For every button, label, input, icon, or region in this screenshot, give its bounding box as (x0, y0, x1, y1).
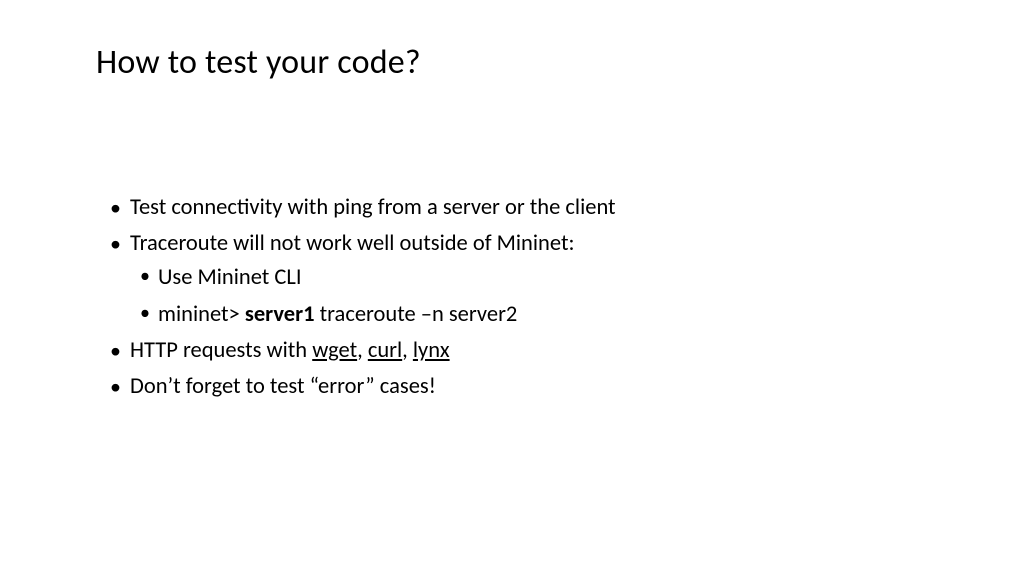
separator: , (357, 337, 368, 364)
bullet-list: Test connectivity with ping from a serve… (96, 191, 928, 404)
underline-text: curl (368, 337, 402, 364)
sub-list: Use Mininet CLI mininet> server1 tracero… (130, 261, 928, 331)
bullet-text: Test connectivity with ping from a serve… (130, 194, 616, 221)
underline-text: lynx (413, 337, 450, 364)
list-item: mininet> server1 traceroute –n server2 (148, 298, 928, 332)
bullet-text-post: traceroute –n server2 (315, 301, 518, 328)
bullet-text-pre: HTTP requests with (130, 337, 312, 364)
list-item: Use Mininet CLI (148, 261, 928, 295)
bullet-text: Don’t forget to test “error” cases! (130, 373, 436, 400)
list-item: Traceroute will not work well outside of… (122, 227, 928, 332)
bullet-text-bold: server1 (245, 301, 315, 328)
bullet-text: Traceroute will not work well outside of… (130, 230, 575, 257)
bullet-text: Use Mininet CLI (158, 264, 302, 291)
slide: How to test your code? Test connectivity… (0, 0, 1024, 404)
list-item: HTTP requests with wget, curl, lynx (122, 334, 928, 368)
bullet-text-pre: mininet> (158, 301, 245, 328)
separator: , (402, 337, 413, 364)
slide-title: How to test your code? (96, 42, 928, 83)
list-item: Test connectivity with ping from a serve… (122, 191, 928, 225)
underline-text: wget (312, 337, 357, 364)
list-item: Don’t forget to test “error” cases! (122, 370, 928, 404)
